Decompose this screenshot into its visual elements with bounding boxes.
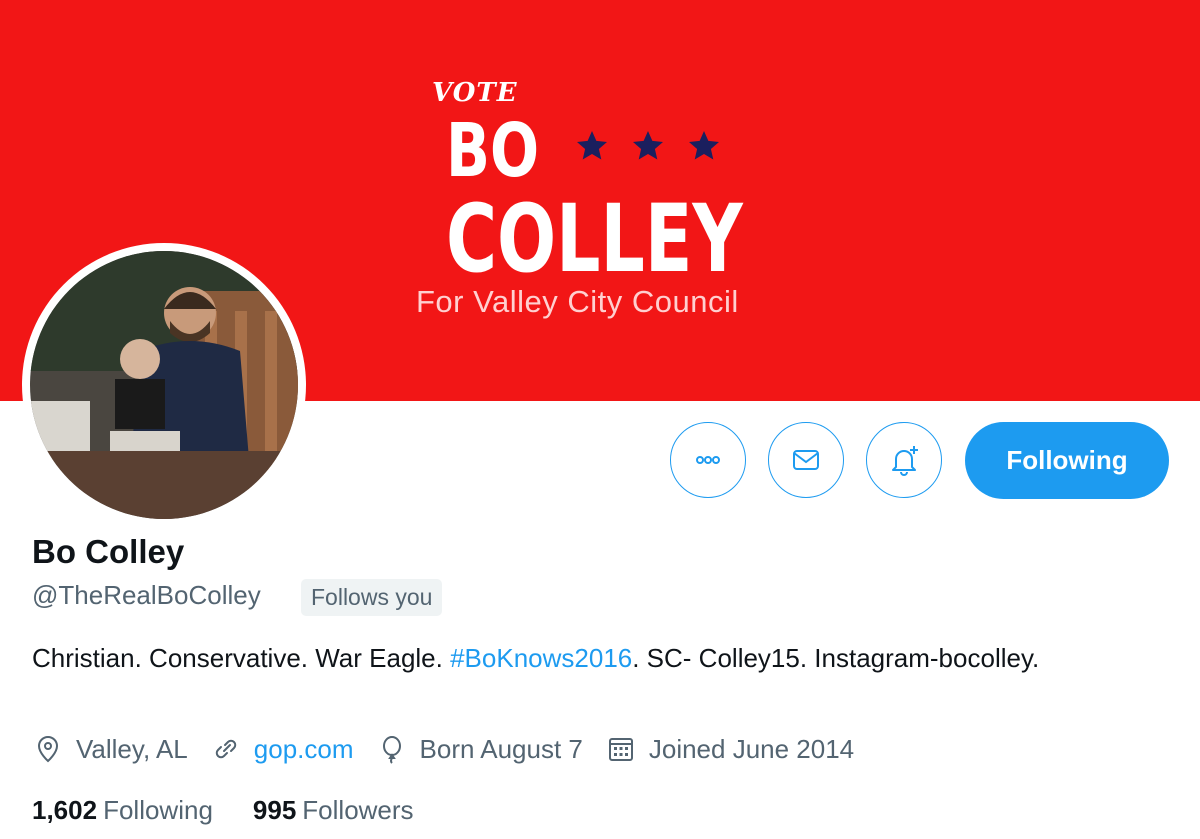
avatar-photo	[30, 251, 298, 519]
profile-handle: @TheRealBoColley	[32, 580, 261, 610]
banner-subtitle: For Valley City Council	[416, 284, 739, 319]
followers-stat-link[interactable]: 995 Followers	[253, 795, 414, 826]
banner-vote-text: VOTE	[432, 78, 518, 108]
joined-text: Joined June 2014	[648, 733, 855, 764]
following-count: 1,602	[32, 795, 98, 825]
link-icon	[215, 739, 237, 759]
joined-item: Joined June 2014	[605, 733, 854, 765]
calendar-icon	[608, 738, 633, 761]
location-text: Valley, AL	[76, 733, 188, 764]
star-icon	[577, 131, 607, 160]
more-button[interactable]	[670, 422, 746, 498]
notifications-button[interactable]	[866, 422, 942, 498]
star-icon	[633, 131, 663, 160]
profile-bio: Christian. Conservative. War Eagle. #BoK…	[32, 640, 1152, 677]
followers-count: 995	[252, 795, 297, 825]
notification-bell-icon	[892, 446, 918, 476]
follows-you-badge: Follows you	[301, 579, 443, 616]
following-stat-link[interactable]: 1,602 Following	[32, 795, 213, 826]
bio-hashtag-link[interactable]: #BoKnows2016	[450, 643, 632, 673]
banner-last-name: COLLEY	[446, 185, 743, 294]
banner-first-name: BO	[446, 108, 540, 194]
avatar[interactable]	[22, 243, 306, 527]
profile-meta: Valley, AL gop.com Born August 7 Joined …	[32, 733, 876, 765]
star-icon	[689, 131, 719, 160]
birthday-text: Born August 7	[419, 733, 583, 764]
message-button[interactable]	[768, 422, 844, 498]
location-pin-icon	[37, 735, 59, 763]
follow-stats: 1,602 Following 995 Followers	[32, 795, 454, 826]
following-label: Following	[103, 795, 213, 825]
bio-text-end: . SC- Colley15. Instagram-bocolley.	[632, 643, 1040, 673]
profile-name: Bo Colley	[32, 533, 185, 570]
website-item: gop.com	[210, 733, 354, 765]
followers-label: Followers	[302, 795, 414, 825]
banner-stars	[574, 128, 722, 164]
birthday-item: Born August 7	[376, 733, 583, 765]
message-icon	[793, 450, 819, 470]
balloon-icon	[382, 736, 401, 764]
more-icon	[696, 456, 720, 464]
website-link[interactable]: gop.com	[254, 734, 354, 765]
bio-text: Christian. Conservative. War Eagle.	[32, 643, 451, 673]
following-button[interactable]: Following	[965, 422, 1169, 499]
location-item: Valley, AL	[32, 733, 188, 765]
